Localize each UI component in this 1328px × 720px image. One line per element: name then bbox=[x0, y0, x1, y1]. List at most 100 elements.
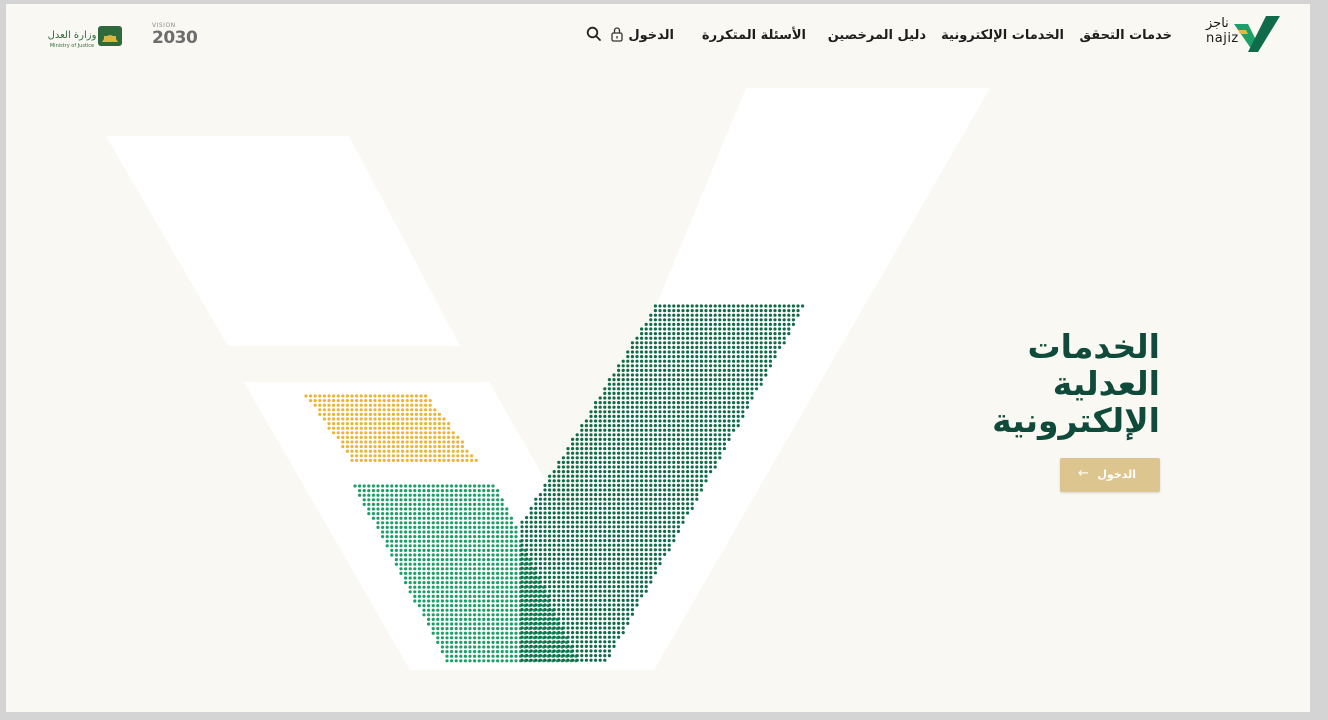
pattern-dot bbox=[755, 364, 759, 368]
pattern-dot bbox=[422, 599, 426, 603]
nav-licensees-guide[interactable]: دليل المرخصين bbox=[828, 28, 926, 43]
pattern-dot bbox=[410, 426, 414, 430]
pattern-dot bbox=[580, 571, 584, 575]
pattern-dot bbox=[686, 497, 690, 501]
pattern-dot bbox=[345, 417, 349, 421]
pattern-dot bbox=[571, 548, 575, 552]
pattern-dot bbox=[584, 488, 589, 492]
pattern-dot bbox=[359, 417, 363, 421]
ministry-of-justice-logo[interactable]: وزارة العدل Ministry of Justice bbox=[46, 22, 126, 50]
pattern-dot bbox=[410, 445, 414, 449]
pattern-dot bbox=[580, 428, 584, 432]
pattern-dot bbox=[603, 410, 607, 414]
pattern-dot bbox=[594, 502, 598, 506]
pattern-dot bbox=[427, 512, 431, 516]
pattern-dot bbox=[640, 488, 644, 492]
pattern-dot bbox=[505, 645, 509, 649]
nav-electronic-services[interactable]: الخدمات الإلكترونية bbox=[941, 28, 1064, 43]
pattern-dot bbox=[635, 529, 639, 534]
pattern-dot bbox=[736, 327, 740, 331]
pattern-dot bbox=[621, 465, 625, 469]
pattern-dot bbox=[520, 626, 524, 630]
pattern-dot bbox=[594, 598, 598, 603]
pattern-dot bbox=[690, 401, 694, 405]
pattern-dot bbox=[538, 552, 543, 557]
pattern-dot bbox=[571, 589, 575, 593]
pattern-dot bbox=[598, 552, 602, 557]
pattern-dot bbox=[486, 525, 490, 530]
pattern-dot bbox=[557, 644, 561, 649]
pattern-dot bbox=[635, 336, 639, 340]
pattern-dot bbox=[621, 437, 625, 441]
pattern-dot bbox=[607, 529, 612, 534]
pattern-dot bbox=[399, 502, 403, 506]
pattern-dot bbox=[557, 612, 561, 616]
pattern-dot bbox=[732, 350, 736, 354]
pattern-dot bbox=[653, 465, 658, 469]
pattern-dot bbox=[704, 428, 708, 432]
pattern-dot bbox=[566, 658, 570, 662]
pattern-dot bbox=[414, 435, 418, 439]
pattern-dot bbox=[465, 449, 469, 453]
pattern-dot bbox=[442, 440, 446, 444]
pattern-dot bbox=[520, 640, 524, 644]
najiz-logo[interactable]: ناجز najiz bbox=[1202, 16, 1282, 54]
pattern-dot bbox=[690, 433, 694, 437]
nav-login-link[interactable]: الدخول bbox=[628, 28, 674, 43]
vision-2030-logo[interactable]: VISION 2030 bbox=[152, 22, 198, 50]
pattern-dot bbox=[529, 534, 533, 538]
pattern-dot bbox=[764, 332, 768, 336]
pattern-dot bbox=[450, 631, 454, 635]
pattern-dot bbox=[621, 488, 625, 492]
pattern-dot bbox=[672, 322, 676, 326]
pattern-dot bbox=[436, 636, 440, 640]
pattern-dot bbox=[473, 567, 477, 571]
pattern-dot bbox=[640, 516, 644, 520]
pattern-dot bbox=[561, 649, 566, 653]
pattern-dot bbox=[589, 575, 593, 580]
pattern-dot bbox=[500, 631, 504, 635]
search-icon[interactable] bbox=[586, 26, 604, 44]
nav-verification-services[interactable]: خدمات التحقق bbox=[1080, 28, 1173, 43]
pattern-dot bbox=[437, 417, 441, 421]
nav-faq[interactable]: الأسئلة المتكررة bbox=[702, 28, 806, 43]
pattern-dot bbox=[399, 507, 403, 511]
pattern-dot bbox=[722, 336, 727, 340]
pattern-dot bbox=[681, 470, 685, 474]
pattern-dot bbox=[727, 396, 731, 400]
pattern-dot bbox=[482, 590, 486, 594]
pattern-dot bbox=[548, 529, 552, 534]
pattern-dot bbox=[459, 489, 463, 493]
pattern-dot bbox=[548, 571, 552, 575]
pattern-dot bbox=[718, 345, 722, 349]
pattern-dot bbox=[722, 410, 727, 414]
pattern-dot bbox=[557, 483, 561, 487]
pattern-dot bbox=[436, 507, 440, 511]
pattern-dot bbox=[589, 585, 593, 589]
pattern-dot bbox=[607, 506, 612, 510]
pattern-dot bbox=[626, 493, 630, 497]
pattern-dot bbox=[491, 521, 495, 525]
pattern-dot bbox=[445, 516, 449, 520]
hero-login-button[interactable]: الدخول ← bbox=[1060, 458, 1160, 492]
pattern-dot bbox=[486, 659, 490, 663]
lock-icon[interactable] bbox=[610, 26, 628, 44]
pattern-dot bbox=[630, 516, 635, 520]
pattern-dot bbox=[440, 571, 444, 576]
pattern-dot bbox=[440, 650, 444, 654]
pattern-dot bbox=[695, 428, 699, 432]
pattern-dot bbox=[575, 488, 579, 492]
pattern-dot bbox=[718, 433, 722, 437]
pattern-dot bbox=[741, 332, 745, 336]
pattern-dot bbox=[525, 539, 529, 543]
pattern-dot bbox=[440, 525, 444, 530]
pattern-dot bbox=[413, 544, 417, 548]
pattern-dot bbox=[676, 424, 681, 428]
pattern-dot bbox=[713, 373, 717, 377]
pattern-dot bbox=[353, 484, 357, 488]
pattern-dot bbox=[505, 627, 509, 631]
pattern-dot bbox=[355, 458, 359, 462]
pattern-dot bbox=[699, 318, 704, 322]
pattern-dot bbox=[672, 506, 676, 510]
pattern-dot bbox=[759, 350, 763, 354]
